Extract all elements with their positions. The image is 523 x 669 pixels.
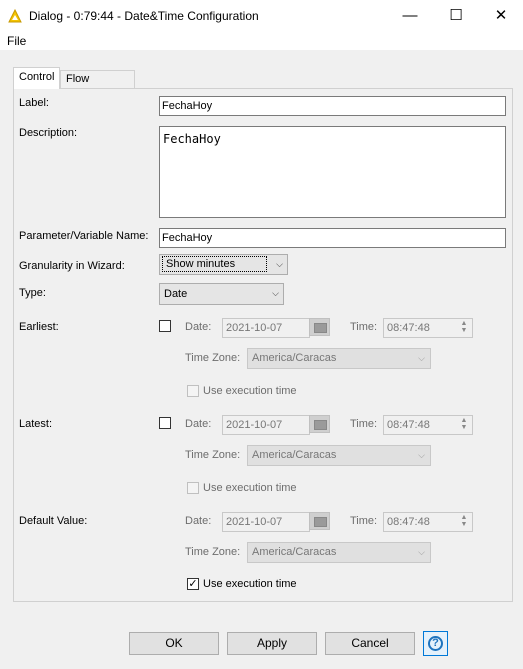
earliest-time-label: Time:: [350, 321, 378, 333]
tab-flow-variables[interactable]: Flow Variables: [60, 70, 135, 101]
calendar-icon[interactable]: [309, 512, 330, 530]
earliest-timezone-value: America/Caracas: [252, 352, 337, 364]
latest-date-input[interactable]: 2021-10-07: [222, 415, 310, 435]
earliest-label: Earliest:: [19, 321, 59, 333]
latest-exec-label: Use execution time: [203, 482, 297, 494]
param-name-input[interactable]: FechaHoy: [159, 228, 506, 248]
earliest-timezone-select[interactable]: America/Caracas ⌵: [247, 348, 431, 369]
default-timezone-value: America/Caracas: [252, 546, 337, 558]
help-icon: ?: [428, 636, 443, 651]
maximize-button[interactable]: ☐: [433, 0, 479, 32]
spinner-icon[interactable]: ▲ ▼: [457, 320, 471, 334]
default-time-label: Time:: [350, 515, 378, 527]
close-button[interactable]: ✕: [478, 0, 523, 32]
window-title: Dialog - 0:79:44 - Date&Time Configurati…: [29, 9, 259, 23]
latest-time-input[interactable]: 08:47:48 ▲ ▼: [383, 415, 473, 435]
latest-checkbox[interactable]: [159, 417, 171, 429]
chevron-down-icon: ⌵: [418, 547, 425, 557]
spinner-icon[interactable]: ▲ ▼: [457, 417, 471, 431]
title-bar: Dialog - 0:79:44 - Date&Time Configurati…: [0, 0, 523, 32]
default-value-label: Default Value:: [19, 515, 88, 527]
granularity-label: Granularity in Wizard:: [19, 260, 125, 272]
description-textarea[interactable]: FechaHoy: [159, 126, 506, 218]
control-panel: Label: FechaHoy Description: FechaHoy Pa…: [13, 88, 513, 602]
chevron-down-icon: ⌵: [418, 353, 425, 363]
chevron-down-icon: ⌵: [276, 259, 283, 269]
latest-date-label: Date:: [185, 418, 212, 430]
latest-timezone-label: Time Zone:: [185, 449, 241, 461]
calendar-icon[interactable]: [309, 415, 330, 433]
default-time-value: 08:47:48: [387, 516, 430, 528]
tab-control[interactable]: Control: [13, 67, 60, 89]
default-timezone-select[interactable]: America/Caracas ⌵: [247, 542, 431, 563]
earliest-time-input[interactable]: 08:47:48 ▲ ▼: [383, 318, 473, 338]
knime-warning-triangle-icon: [8, 9, 22, 23]
default-date-input[interactable]: 2021-10-07: [222, 512, 310, 532]
type-select[interactable]: Date ⌵: [159, 283, 284, 305]
label-label: Label:: [19, 97, 49, 109]
default-time-input[interactable]: 08:47:48 ▲ ▼: [383, 512, 473, 532]
label-input[interactable]: FechaHoy: [159, 96, 506, 116]
latest-timezone-select[interactable]: America/Caracas ⌵: [247, 445, 431, 466]
cancel-button[interactable]: Cancel: [325, 632, 415, 655]
default-exec-label: Use execution time: [203, 578, 297, 590]
default-exec-checkbox[interactable]: ✓: [187, 578, 199, 590]
spinner-icon[interactable]: ▲ ▼: [457, 514, 471, 528]
earliest-time-value: 08:47:48: [387, 322, 430, 334]
earliest-timezone-label: Time Zone:: [185, 352, 241, 364]
chevron-down-icon: ⌵: [272, 288, 279, 298]
type-label: Type:: [19, 287, 46, 299]
granularity-select[interactable]: Show minutes ⌵: [159, 254, 288, 275]
type-value: Date: [164, 288, 188, 300]
latest-time-value: 08:47:48: [387, 419, 430, 431]
latest-time-label: Time:: [350, 418, 378, 430]
earliest-exec-checkbox[interactable]: [187, 385, 199, 397]
menu-file[interactable]: File: [7, 34, 26, 48]
earliest-checkbox[interactable]: [159, 320, 171, 332]
latest-timezone-value: America/Caracas: [252, 449, 337, 461]
menu-bar: File: [0, 32, 523, 50]
param-name-label: Parameter/Variable Name:: [19, 230, 149, 242]
help-button[interactable]: ?: [423, 631, 448, 656]
apply-button[interactable]: Apply: [227, 632, 317, 655]
default-timezone-label: Time Zone:: [185, 546, 241, 558]
description-label: Description:: [19, 127, 78, 139]
latest-label: Latest:: [19, 418, 53, 430]
minimize-button[interactable]: —: [387, 0, 433, 32]
granularity-value: Show minutes: [162, 256, 267, 272]
earliest-date-label: Date:: [185, 321, 212, 333]
chevron-down-icon: ⌵: [418, 450, 425, 460]
earliest-date-input[interactable]: 2021-10-07: [222, 318, 310, 338]
earliest-exec-label: Use execution time: [203, 385, 297, 397]
ok-button[interactable]: OK: [129, 632, 219, 655]
default-date-label: Date:: [185, 515, 212, 527]
calendar-icon[interactable]: [309, 318, 330, 336]
latest-exec-checkbox[interactable]: [187, 482, 199, 494]
